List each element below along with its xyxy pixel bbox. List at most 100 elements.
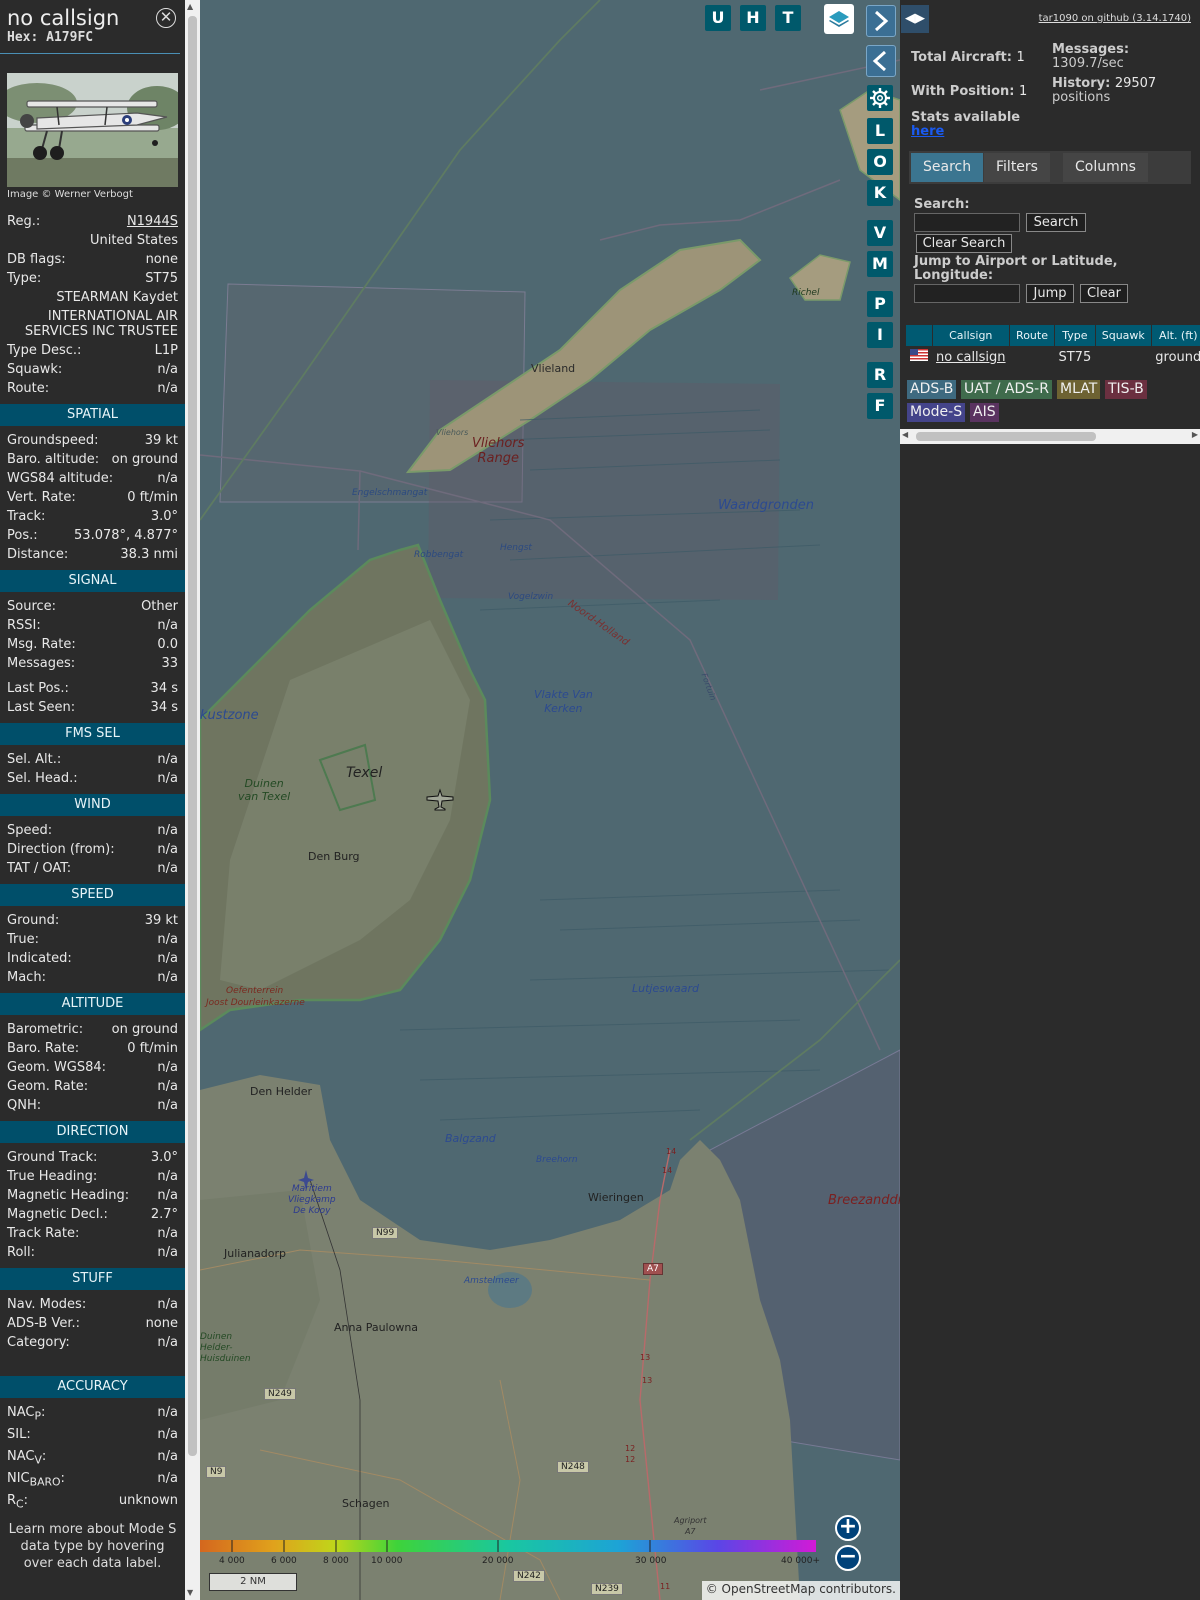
field-label[interactable]: Magnetic Heading: <box>7 1186 129 1205</box>
field-label[interactable]: Groundspeed: <box>7 431 98 450</box>
field-label[interactable]: RSSI: <box>7 616 41 635</box>
scrollbar-thumb[interactable] <box>916 432 1096 441</box>
field-label[interactable]: Geom. Rate: <box>7 1077 88 1096</box>
field-label[interactable]: Track Rate: <box>7 1224 79 1243</box>
field-label[interactable]: Baro. Rate: <box>7 1039 79 1058</box>
toggle-o-button[interactable]: O <box>867 149 893 175</box>
toggle-f-button[interactable]: F <box>867 393 893 419</box>
column-header-altitude[interactable]: Alt. (ft) <box>1151 325 1200 346</box>
column-header-flag[interactable] <box>906 325 933 346</box>
field-label[interactable]: WGS84 altitude: <box>7 469 113 488</box>
field-label[interactable]: Ground Track: <box>7 1148 97 1167</box>
table-row[interactable]: no callsign ST75 ground <box>906 346 1200 368</box>
search-input[interactable] <box>914 213 1020 232</box>
field-label[interactable]: Track: <box>7 507 45 526</box>
field-label[interactable]: Category: <box>7 1333 70 1352</box>
jump-input[interactable] <box>914 284 1020 303</box>
tab-search[interactable]: Search <box>911 153 984 182</box>
field-label[interactable]: True Heading: <box>7 1167 97 1186</box>
tab-filters[interactable]: Filters <box>984 153 1050 182</box>
toggle-r-button[interactable]: R <box>867 362 893 388</box>
info-panel-scrollbar[interactable]: ▲ ▼ <box>185 0 200 1600</box>
scroll-down-arrow-icon[interactable]: ▼ <box>187 1588 193 1597</box>
settings-button[interactable] <box>867 85 893 111</box>
field-label[interactable]: SIL: <box>7 1425 31 1447</box>
source-badge-tisb[interactable]: TIS-B <box>1105 380 1147 399</box>
nic-baro-row: NICBARO: n/a <box>0 1469 185 1491</box>
map-canvas[interactable]: Vlieland Vliehors Vliehors Range Waardgro… <box>200 0 900 1600</box>
aircraft-photo[interactable] <box>7 73 178 187</box>
field-label[interactable]: Speed: <box>7 821 52 840</box>
field-label[interactable]: NACV: <box>7 1447 46 1469</box>
toggle-m-button[interactable]: M <box>867 251 893 277</box>
expand-sidebar-button[interactable] <box>866 45 896 77</box>
field-label[interactable]: Msg. Rate: <box>7 635 76 654</box>
field-label[interactable]: Distance: <box>7 545 68 564</box>
table-horizontal-scrollbar[interactable]: ◀ ▶ <box>900 429 1200 444</box>
field-label[interactable]: NICBARO: <box>7 1469 65 1491</box>
field-label[interactable]: Nav. Modes: <box>7 1295 86 1314</box>
field-label[interactable]: True: <box>7 930 39 949</box>
field-label[interactable]: Last Pos.: <box>7 679 69 698</box>
field-label[interactable]: Magnetic Decl.: <box>7 1205 108 1224</box>
field-label[interactable]: Messages: <box>7 654 75 673</box>
toggle-h-button[interactable]: H <box>740 5 766 31</box>
field-label[interactable]: Mach: <box>7 968 46 987</box>
field-label[interactable]: Baro. altitude: <box>7 450 99 469</box>
field-label[interactable]: Sel. Alt.: <box>7 750 61 769</box>
clear-jump-button[interactable]: Clear <box>1080 284 1128 303</box>
source-badge-ais[interactable]: AIS <box>970 403 999 422</box>
field-label[interactable]: Last Seen: <box>7 698 75 717</box>
toggle-p-button[interactable]: P <box>867 291 893 317</box>
toggle-i-button[interactable]: I <box>867 322 893 348</box>
field-label[interactable]: Indicated: <box>7 949 72 968</box>
row-callsign[interactable]: no callsign <box>932 346 1010 368</box>
map-attribution[interactable]: © OpenStreetMap contributors. <box>701 1581 900 1600</box>
field-label[interactable]: Vert. Rate: <box>7 488 76 507</box>
source-badge-mlat[interactable]: MLAT <box>1057 380 1101 399</box>
field-label[interactable]: Pos.: <box>7 526 38 545</box>
field-label[interactable]: Direction (from): <box>7 840 115 859</box>
field-label[interactable]: Roll: <box>7 1243 35 1262</box>
field-label[interactable]: Source: <box>7 597 56 616</box>
field-label[interactable]: Geom. WGS84: <box>7 1058 106 1077</box>
tab-columns[interactable]: Columns <box>1063 153 1148 182</box>
column-header-type[interactable]: Type <box>1054 325 1096 346</box>
column-header-route[interactable]: Route <box>1009 325 1055 346</box>
scroll-up-arrow-icon[interactable]: ▲ <box>187 2 193 11</box>
field-label[interactable]: ADS-B Ver.: <box>7 1314 80 1333</box>
scroll-right-arrow-icon[interactable]: ▶ <box>1192 430 1198 439</box>
stats-link[interactable]: here <box>911 125 1020 139</box>
search-button[interactable]: Search <box>1026 213 1086 232</box>
source-badge-modes[interactable]: Mode-S <box>907 403 966 422</box>
toggle-u-button[interactable]: U <box>705 5 731 31</box>
field-label[interactable]: Sel. Head.: <box>7 769 78 788</box>
expand-table-button[interactable]: ◀▶ <box>901 5 929 33</box>
toggle-v-button[interactable]: V <box>867 220 893 246</box>
column-header-squawk[interactable]: Squawk <box>1095 325 1152 346</box>
source-badge-uat[interactable]: UAT / ADS-R <box>961 380 1052 399</box>
column-header-callsign[interactable]: Callsign <box>932 325 1011 346</box>
zoom-out-button[interactable]: − <box>835 1545 861 1571</box>
field-label[interactable]: QNH: <box>7 1096 41 1115</box>
source-badge-adsb[interactable]: ADS-B <box>907 380 957 399</box>
jump-button[interactable]: Jump <box>1026 284 1074 303</box>
field-label[interactable]: Barometric: <box>7 1020 83 1039</box>
last-pos-row: Last Pos.: 34 s <box>0 679 185 698</box>
zoom-in-button[interactable]: + <box>835 1515 861 1541</box>
clear-search-button[interactable]: Clear Search <box>916 234 1012 253</box>
field-label[interactable]: TAT / OAT: <box>7 859 71 878</box>
scrollbar-thumb[interactable] <box>188 16 197 1456</box>
close-icon[interactable]: ✕ <box>156 8 176 28</box>
scroll-left-arrow-icon[interactable]: ◀ <box>902 430 908 439</box>
field-label[interactable]: RC: <box>7 1491 28 1513</box>
toggle-t-button[interactable]: T <box>775 5 801 31</box>
toggle-k-button[interactable]: K <box>867 180 893 206</box>
registration-link[interactable]: N1944S <box>127 212 178 231</box>
layers-button[interactable] <box>824 4 854 34</box>
field-label[interactable]: NACP: <box>7 1403 45 1425</box>
toggle-l-button[interactable]: L <box>867 118 893 144</box>
github-link[interactable]: tar1090 on github (3.14.1740) <box>1039 13 1191 24</box>
field-label[interactable]: Ground: <box>7 911 59 930</box>
collapse-sidebar-button[interactable] <box>866 5 896 37</box>
